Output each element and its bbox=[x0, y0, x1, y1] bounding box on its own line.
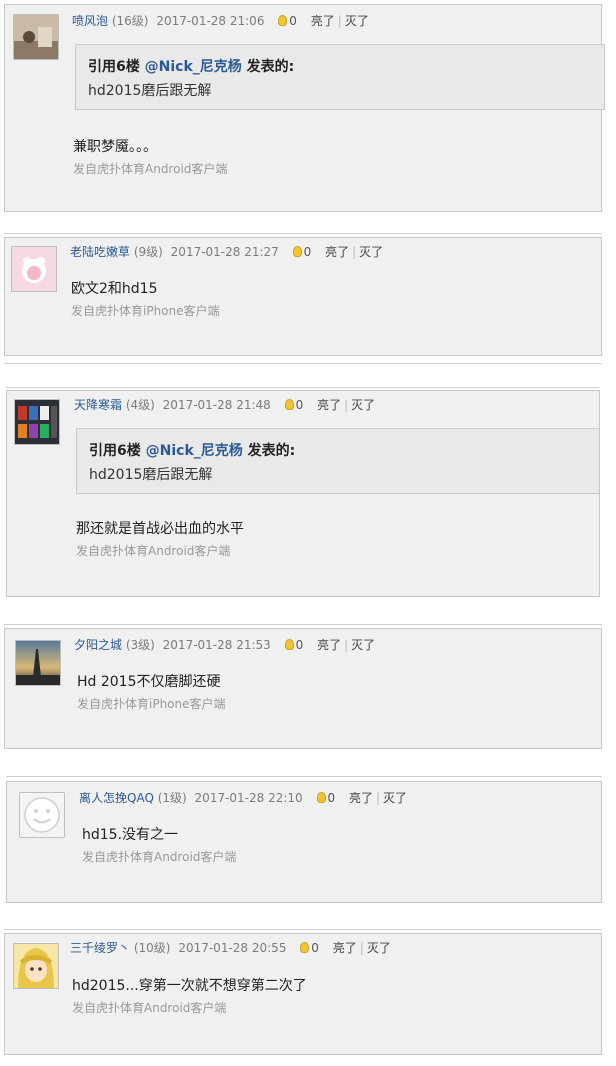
post-time: 2017-01-28 21:27 bbox=[170, 245, 279, 259]
avatar[interactable] bbox=[15, 640, 61, 686]
user-level: (1级) bbox=[157, 791, 187, 805]
quote-user-link[interactable]: @Nick_尼克杨 bbox=[145, 59, 242, 75]
post-content: hd15.没有之一 bbox=[82, 827, 179, 843]
quote-floor: 引用6楼 bbox=[88, 59, 140, 75]
quote-text: hd2015磨后跟无解 bbox=[88, 83, 212, 99]
post-time: 2017-01-28 21:06 bbox=[156, 14, 265, 28]
user-level: (9级) bbox=[133, 245, 163, 259]
like-button[interactable]: 亮了 bbox=[317, 638, 341, 652]
post-time: 2017-01-28 21:53 bbox=[162, 638, 271, 652]
username-link[interactable]: 天降寒霜 bbox=[74, 398, 122, 412]
divider bbox=[6, 387, 600, 388]
divider bbox=[4, 363, 602, 364]
quote-floor: 引用6楼 bbox=[89, 443, 141, 459]
quote-block: 引用6楼 @Nick_尼克杨 发表的: hd2015磨后跟无解 bbox=[75, 44, 605, 110]
post-source: 发自虎扑体育Android客户端 bbox=[73, 162, 228, 176]
separator: | bbox=[352, 245, 357, 259]
like-count: 0 bbox=[289, 14, 297, 28]
reply-post: 离人怎挽QAQ (1级) 2017-01-28 22:10 0 亮了 | 灭了 hd… bbox=[6, 781, 602, 903]
reply-post: 喷风泡 (16级) 2017-01-28 21:06 0 亮了 | 灭了 引用6楼 … bbox=[4, 4, 605, 212]
lightbulb-icon bbox=[292, 246, 302, 257]
like-count: 0 bbox=[295, 398, 304, 412]
user-level: (3级) bbox=[125, 638, 155, 652]
like-button[interactable]: 亮了 bbox=[333, 941, 357, 955]
post-meta: 三千绫罗丶 (10级) 2017-01-28 20:55 0 亮了 | 灭了 bbox=[70, 940, 391, 956]
quote-suffix: 发表的: bbox=[246, 59, 295, 75]
separator: | bbox=[344, 398, 349, 412]
post-time: 2017-01-28 21:48 bbox=[162, 398, 271, 412]
post-time: 2017-01-28 22:10 bbox=[194, 791, 303, 805]
divider bbox=[4, 624, 602, 625]
post-source: 发自虎扑体育Android客户端 bbox=[72, 1001, 227, 1015]
avatar[interactable] bbox=[19, 792, 65, 838]
avatar[interactable] bbox=[11, 246, 57, 292]
quote-header: 引用6楼 @Nick_尼克杨 发表的: bbox=[89, 440, 295, 460]
like-count: 0 bbox=[327, 791, 336, 805]
reply-post: 三千绫罗丶 (10级) 2017-01-28 20:55 0 亮了 | 灭了 hd2… bbox=[4, 933, 602, 1055]
post-meta: 天降寒霜 (4级) 2017-01-28 21:48 0 亮了 | 灭了 bbox=[74, 397, 375, 413]
like-count: 0 bbox=[303, 245, 312, 259]
separator: | bbox=[337, 14, 342, 28]
separator: | bbox=[344, 638, 349, 652]
post-meta: 离人怎挽QAQ (1级) 2017-01-28 22:10 0 亮了 | 灭了 bbox=[79, 790, 407, 806]
quote-header: 引用6楼 @Nick_尼克杨 发表的: bbox=[88, 56, 294, 76]
avatar[interactable] bbox=[13, 14, 59, 60]
post-meta: 夕阳之城 (3级) 2017-01-28 21:53 0 亮了 | 灭了 bbox=[74, 637, 375, 653]
like-count: 0 bbox=[311, 941, 319, 955]
post-time: 2017-01-28 20:55 bbox=[178, 941, 287, 955]
post-meta: 喷风泡 (16级) 2017-01-28 21:06 0 亮了 | 灭了 bbox=[72, 13, 369, 29]
separator: | bbox=[359, 941, 364, 955]
lightbulb-icon bbox=[278, 15, 288, 26]
like-button[interactable]: 亮了 bbox=[311, 14, 335, 28]
post-source: 发自虎扑体育iPhone客户端 bbox=[77, 697, 226, 711]
like-button[interactable]: 亮了 bbox=[325, 245, 349, 259]
avatar[interactable] bbox=[14, 399, 60, 445]
dislike-button[interactable]: 灭了 bbox=[359, 245, 383, 259]
quote-text: hd2015磨后跟无解 bbox=[89, 467, 213, 483]
post-meta: 老陆吃嫩草 (9级) 2017-01-28 21:27 0 亮了 | 灭了 bbox=[70, 244, 383, 260]
divider bbox=[4, 929, 602, 930]
post-content: 欧文2和hd15 bbox=[71, 281, 158, 297]
like-button[interactable]: 亮了 bbox=[349, 791, 373, 805]
like-count: 0 bbox=[295, 638, 304, 652]
quote-suffix: 发表的: bbox=[247, 443, 296, 459]
post-content: 兼职梦魇。。。 bbox=[73, 139, 157, 155]
avatar[interactable] bbox=[13, 943, 59, 989]
username-link[interactable]: 夕阳之城 bbox=[74, 638, 122, 652]
divider bbox=[4, 233, 602, 234]
lightbulb-icon bbox=[316, 792, 326, 803]
user-level: (16级) bbox=[111, 14, 149, 28]
dislike-button[interactable]: 灭了 bbox=[351, 638, 375, 652]
lightbulb-icon bbox=[284, 399, 294, 410]
dislike-button[interactable]: 灭了 bbox=[345, 14, 369, 28]
separator: | bbox=[376, 791, 381, 805]
reply-post: 夕阳之城 (3级) 2017-01-28 21:53 0 亮了 | 灭了 Hd 20… bbox=[4, 628, 602, 749]
username-link[interactable]: 喷风泡 bbox=[72, 14, 108, 28]
user-level: (4级) bbox=[125, 398, 155, 412]
reply-post: 天降寒霜 (4级) 2017-01-28 21:48 0 亮了 | 灭了 引用6楼 … bbox=[6, 390, 600, 597]
post-content: hd2015...穿第一次就不想穿第二次了 bbox=[72, 978, 307, 994]
quote-block: 引用6楼 @Nick_尼克杨 发表的: hd2015磨后跟无解 bbox=[76, 428, 600, 494]
quote-user-link[interactable]: @Nick_尼克杨 bbox=[146, 443, 243, 459]
dislike-button[interactable]: 灭了 bbox=[351, 398, 375, 412]
post-content: Hd 2015不仅磨脚还硬 bbox=[77, 674, 221, 690]
username-link[interactable]: 离人怎挽QAQ bbox=[79, 791, 154, 805]
post-source: 发自虎扑体育iPhone客户端 bbox=[71, 304, 220, 318]
reply-post: 老陆吃嫩草 (9级) 2017-01-28 21:27 0 亮了 | 灭了 欧文2和… bbox=[4, 237, 602, 356]
lightbulb-icon bbox=[284, 639, 294, 650]
post-content: 那还就是首战必出血的水平 bbox=[76, 521, 244, 537]
username-link[interactable]: 三千绫罗丶 bbox=[70, 941, 130, 955]
user-level: (10级) bbox=[133, 941, 171, 955]
lightbulb-icon bbox=[300, 942, 310, 953]
dislike-button[interactable]: 灭了 bbox=[383, 791, 407, 805]
post-source: 发自虎扑体育Android客户端 bbox=[82, 850, 237, 864]
divider bbox=[6, 776, 602, 777]
dislike-button[interactable]: 灭了 bbox=[367, 941, 391, 955]
username-link[interactable]: 老陆吃嫩草 bbox=[70, 245, 130, 259]
post-source: 发自虎扑体育Android客户端 bbox=[76, 544, 231, 558]
like-button[interactable]: 亮了 bbox=[317, 398, 341, 412]
